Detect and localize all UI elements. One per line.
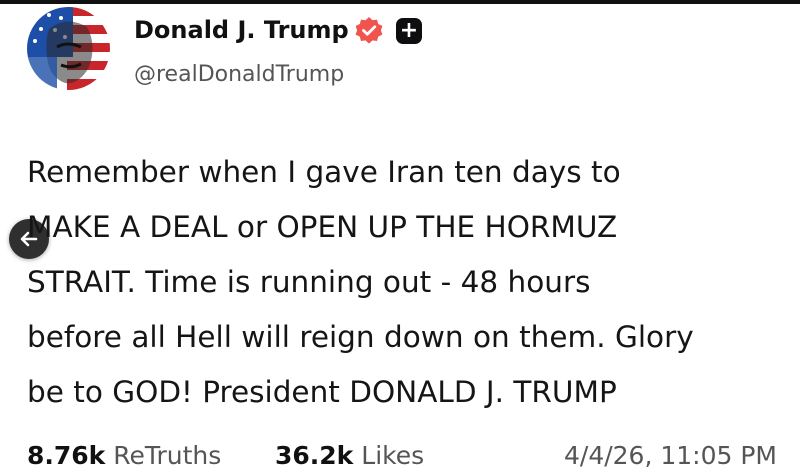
likes-label: Likes — [361, 441, 425, 470]
avatar-image — [27, 7, 110, 90]
display-name[interactable]: Donald J. Trump — [134, 14, 349, 46]
retruths-stat[interactable]: 8.76k ReTruths — [27, 438, 221, 474]
post-stats: 8.76k ReTruths 36.2k Likes 4/4/26, 11:05… — [27, 438, 777, 474]
likes-stat[interactable]: 36.2k Likes — [275, 438, 424, 474]
post-timestamp[interactable]: 4/4/26, 11:05 PM — [564, 438, 777, 474]
retruths-label: ReTruths — [113, 441, 222, 470]
post-body-line: Remember when I gave Iran ten days to — [27, 155, 621, 189]
post-body: Remember when I gave Iran ten days to MA… — [27, 145, 792, 420]
truth-post-card: Donald J. Trump + @realDonaldTrump Remem… — [0, 0, 800, 475]
user-handle[interactable]: @realDonaldTrump — [134, 60, 344, 90]
verified-badge-icon — [354, 16, 384, 46]
retruths-count: 8.76k — [27, 441, 106, 470]
post-body-line: MAKE A DEAL or OPEN UP THE HORMUZ — [27, 210, 618, 244]
post-body-line: STRAIT. Time is running out - 48 hours — [27, 265, 591, 299]
post-body-line: be to GOD! President DONALD J. TRUMP — [27, 375, 617, 409]
likes-count: 36.2k — [275, 441, 354, 470]
avatar[interactable] — [27, 7, 110, 90]
post-body-line: before all Hell will reign down on them.… — [27, 320, 694, 354]
plus-badge-icon: + — [396, 18, 422, 44]
